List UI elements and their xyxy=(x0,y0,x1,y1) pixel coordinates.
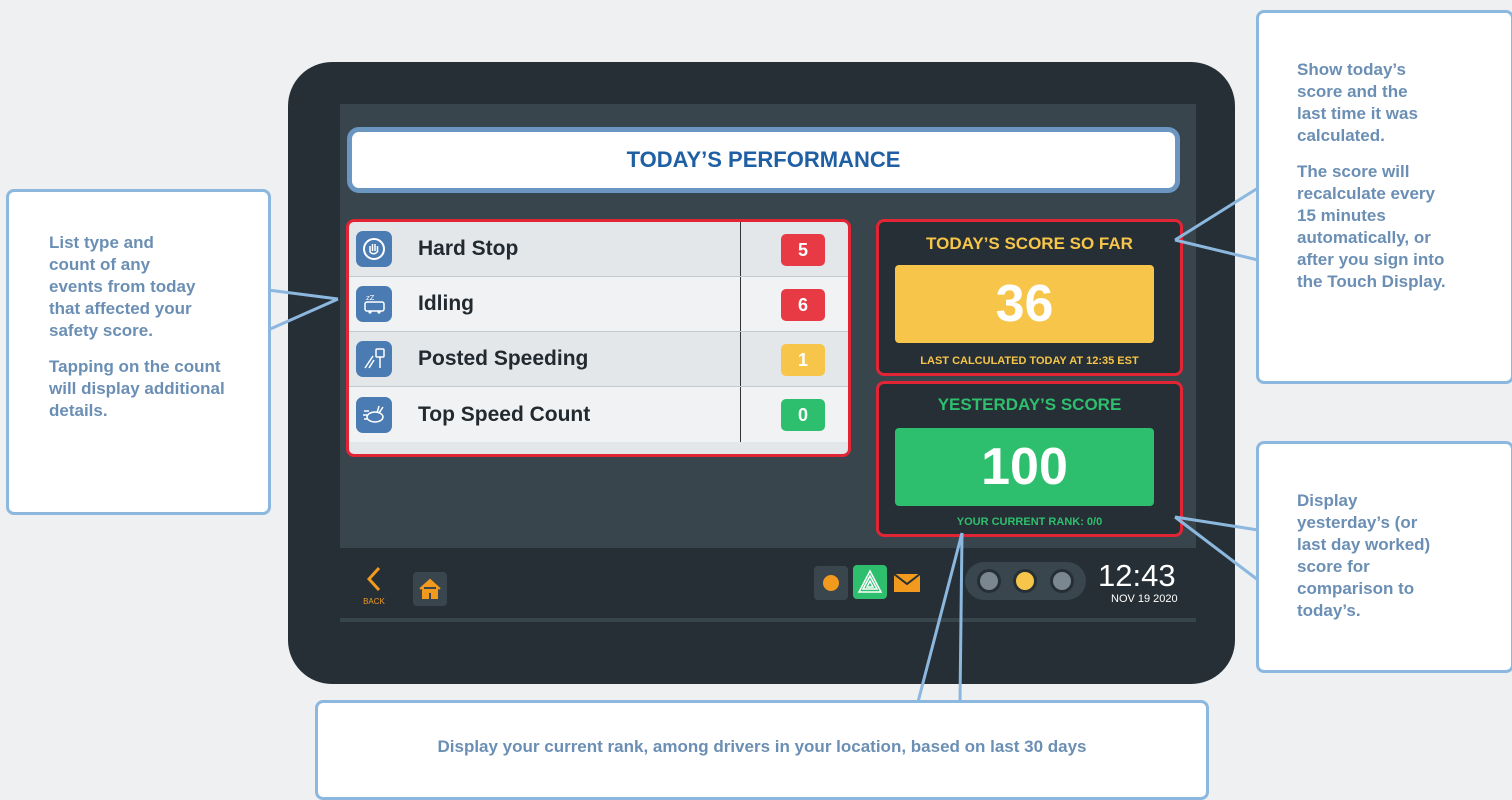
callout-today: Show today’s score and the last time it … xyxy=(1256,10,1512,384)
callout-yesterday: Display yesterday’s (or last day worked)… xyxy=(1256,441,1512,673)
callout-rank-text: Display your current rank, among drivers… xyxy=(437,737,1087,756)
callout-yesterday-text: Display yesterday’s (or last day worked)… xyxy=(1297,491,1431,620)
callout-events-text-1: List type and count of any events from t… xyxy=(49,233,196,340)
callout-events-text-2: Tapping on the count will display additi… xyxy=(49,357,225,420)
callout-rank: Display your current rank, among drivers… xyxy=(315,700,1209,800)
callout-events: List type and count of any events from t… xyxy=(6,189,271,515)
callout-today-text-1: Show today’s score and the last time it … xyxy=(1297,60,1418,145)
callout-today-text-2: The score will recalculate every 15 minu… xyxy=(1297,162,1446,291)
